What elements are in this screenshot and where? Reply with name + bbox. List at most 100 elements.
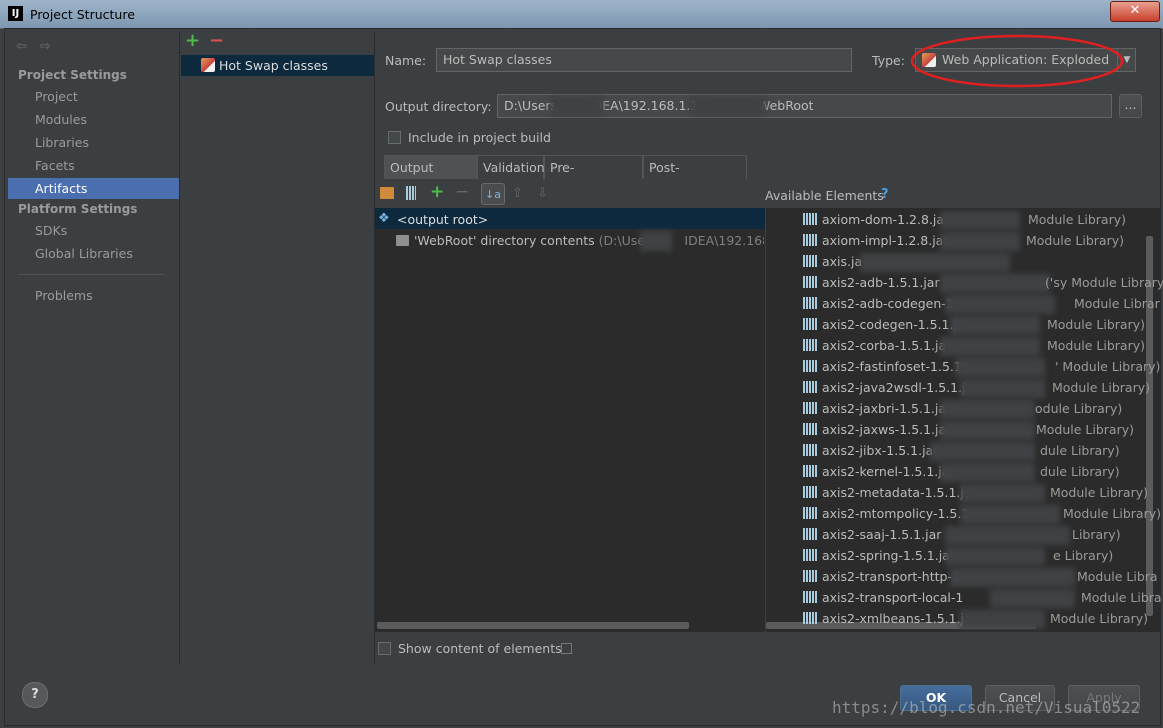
show-content-checkbox[interactable] [378, 642, 391, 655]
library-item[interactable]: axis2-transport-local-1 [803, 590, 963, 605]
move-down-icon[interactable]: ⇩ [537, 186, 548, 201]
nav-item-artifacts[interactable]: Artifacts [35, 181, 87, 196]
library-type: Module Library) [1047, 338, 1146, 353]
library-jar-icon [803, 507, 818, 519]
redaction-blur [955, 358, 1045, 377]
available-vertical-scrollbar[interactable] [1146, 236, 1153, 616]
library-jar-icon [803, 570, 818, 582]
library-item[interactable]: axiom-impl-1.2.8.jar [803, 233, 948, 248]
library-type: odule Library) [1035, 401, 1123, 416]
add-element-icon[interactable]: + [430, 182, 444, 202]
library-item[interactable]: axis2-adb-1.5.1.jar [803, 275, 940, 290]
redaction-blur [940, 337, 1040, 356]
highlight-circle-annotation [910, 34, 1124, 88]
library-type: Module Library) [1052, 380, 1151, 395]
redaction-blur [940, 463, 1035, 482]
nav-item-problems[interactable]: Problems [35, 288, 93, 303]
library-type: ('sy Module Library) [1045, 275, 1163, 290]
library-item[interactable]: axis2-fastinfoset-1.5.1.j [803, 359, 969, 374]
library-jar-icon [803, 612, 818, 624]
available-elements-title: Available Elements [765, 188, 884, 203]
library-type: Module Library) [1050, 611, 1149, 626]
library-item[interactable]: axis.ja [803, 254, 862, 269]
nav-item-modules[interactable]: Modules [35, 112, 87, 127]
library-jar-icon [803, 339, 818, 351]
redaction-blur [990, 589, 1075, 608]
library-item[interactable]: axis2-kernel-1.5.1.ja [803, 464, 949, 479]
sort-elements-icon[interactable]: ↓a [481, 183, 505, 205]
redaction-blur [550, 96, 604, 116]
redaction-blur [930, 442, 1035, 461]
library-item[interactable]: axis2-jibx-1.5.1.jar [803, 443, 938, 458]
library-item[interactable]: axis2-metadata-1.5.1.ja [803, 485, 972, 500]
nav-selection-highlight [8, 178, 179, 199]
nav-item-global-libraries[interactable]: Global Libraries [35, 246, 133, 261]
remove-element-icon[interactable]: − [455, 182, 469, 202]
redaction-blur [940, 421, 1035, 440]
tree-item-output-root[interactable]: <output root> [397, 212, 488, 227]
nav-item-sdks[interactable]: SDKs [35, 223, 67, 238]
close-window-button[interactable]: ✕ [1110, 1, 1160, 22]
include-in-build-checkbox[interactable] [388, 131, 401, 144]
library-item[interactable]: axiom-dom-1.2.8.jar [803, 212, 949, 227]
library-name: axis2-transport-http-1 [822, 569, 960, 584]
nav-item-facets[interactable]: Facets [35, 158, 75, 173]
redaction-blur [945, 526, 1070, 545]
library-name: axis2-xmlbeans-1.5.1.ja [822, 611, 972, 626]
tab-validation[interactable]: Validation [477, 155, 545, 179]
tab-post-processing[interactable]: Post-processing [643, 155, 747, 199]
library-item[interactable]: axis2-saaj-1.5.1.jar [803, 527, 941, 542]
forward-arrow-icon[interactable]: ⇨ [40, 39, 51, 54]
redaction-blur [690, 96, 766, 116]
window-title: Project Structure [30, 7, 135, 22]
settings-square-icon[interactable] [561, 643, 572, 654]
new-folder-icon[interactable] [380, 187, 394, 199]
tab-output-layout[interactable]: Output Layout [384, 155, 477, 199]
library-type: Module Library) [1028, 212, 1127, 227]
back-arrow-icon[interactable]: ⇦ [16, 39, 27, 54]
library-item[interactable]: axis2-xmlbeans-1.5.1.ja [803, 611, 972, 626]
library-jar-icon [803, 465, 818, 477]
browse-directory-button[interactable]: ... [1119, 94, 1142, 118]
nav-item-libraries[interactable]: Libraries [35, 135, 89, 150]
redaction-blur [940, 400, 1035, 419]
library-item[interactable]: axis2-jaxbri-1.5.1.jar [803, 401, 951, 416]
library-item[interactable]: axis2-jaxws-1.5.1.jar [803, 422, 951, 437]
move-up-icon[interactable]: ⇧ [512, 186, 523, 201]
output-directory-label: Output directory: [385, 99, 492, 114]
library-name: axis2-metadata-1.5.1.ja [822, 485, 972, 500]
library-type: Module Libra [1077, 569, 1158, 584]
library-item[interactable]: axis2-transport-http-1 [803, 569, 960, 584]
library-name: axis2-jaxbri-1.5.1.jar [822, 401, 952, 416]
folder-icon [396, 235, 409, 246]
create-archive-icon[interactable] [406, 186, 416, 200]
tree-horizontal-scrollbar[interactable] [377, 622, 689, 629]
library-jar-icon [803, 528, 818, 540]
remove-artifact-button[interactable]: − [209, 30, 224, 51]
artifact-item-hot-swap-classes[interactable]: Hot Swap classes [219, 58, 328, 73]
nav-item-project[interactable]: Project [35, 89, 78, 104]
library-item[interactable]: axis2-mtompolicy-1.5.1 [803, 506, 969, 521]
add-artifact-button[interactable]: + [185, 30, 200, 51]
library-name: axis2-mtompolicy-1.5.1 [822, 506, 970, 521]
library-jar-icon [803, 444, 818, 456]
available-help-icon[interactable]: ? [881, 187, 889, 202]
tree-item-webroot-contents[interactable]: 'WebRoot' directory contents (D:\Users I… [414, 233, 764, 248]
library-jar-icon [803, 360, 818, 372]
library-name: axiom-dom-1.2.8.jar [822, 212, 950, 227]
show-content-label: Show content of elements [398, 641, 562, 656]
library-item[interactable]: axis2-corba-1.5.1.jar [803, 338, 951, 353]
library-item[interactable]: axis2-adb-codegen-1. [803, 296, 958, 311]
redaction-blur [940, 274, 1050, 293]
tab-pre-processing[interactable]: Pre-processing [544, 155, 643, 199]
library-name: axiom-impl-1.2.8.jar [822, 233, 949, 248]
help-button[interactable]: ? [22, 682, 48, 708]
library-item[interactable]: axis2-spring-1.5.1.jar [803, 548, 955, 563]
library-type: dule Library) [1040, 464, 1120, 479]
name-label: Name: [385, 53, 427, 68]
name-input[interactable]: Hot Swap classes [436, 48, 852, 72]
library-item[interactable]: axis2-codegen-1.5.1.ja [803, 317, 965, 332]
library-type: Library) [1072, 527, 1121, 542]
redaction-blur [945, 295, 1055, 314]
library-item[interactable]: axis2-java2wsdl-1.5.1.ja [803, 380, 973, 395]
